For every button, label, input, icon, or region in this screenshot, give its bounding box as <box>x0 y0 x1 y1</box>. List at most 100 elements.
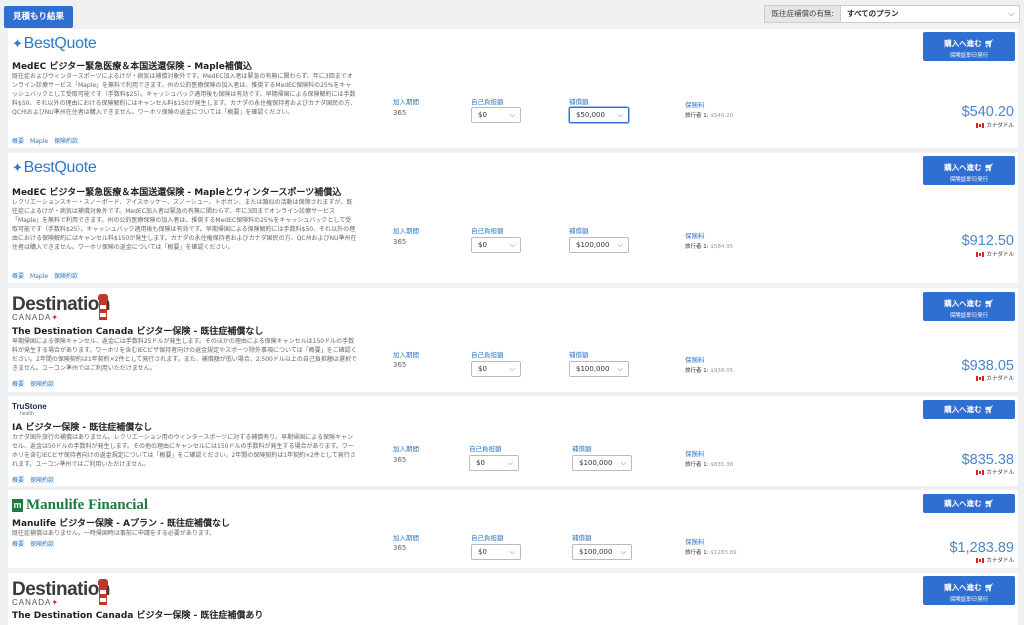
coverage-select[interactable]: $100,000 ⌵ <box>569 361 629 377</box>
trustone-logo: TruStone health <box>12 402 47 418</box>
plan-title: Manulife ビジター保険 - Aプラン - 既往症補償なし <box>12 519 230 529</box>
traveler-amount: $584.95 <box>710 244 734 250</box>
coverage-select[interactable]: $100,000 ⌵ <box>569 237 629 253</box>
deductible-select[interactable]: $0 ⌵ <box>471 107 521 123</box>
buy-button[interactable]: 購入へ進む 🛒︎ 保険証即日発行 <box>923 32 1015 61</box>
premium-label: 保険料 <box>685 450 705 458</box>
traveler-premium: 旅行者 1: $938.05 <box>685 366 733 374</box>
traveler-label: 旅行者 1: <box>685 244 709 250</box>
buy-sublabel: 保険証即日発行 <box>949 177 989 183</box>
link-overview[interactable]: 概要 <box>12 138 24 145</box>
link-overview[interactable]: 概要 <box>12 381 24 388</box>
currency-label: カナダドル <box>986 470 1014 476</box>
coverage-select[interactable]: $50,000 ⌵ <box>569 107 629 123</box>
coverage-label: 補償額 <box>569 227 589 235</box>
buy-label: 購入へ進む <box>944 499 982 508</box>
logo-subtext: CANADA <box>12 598 52 607</box>
price-total: $1,283.89 <box>949 540 1014 556</box>
link-maple[interactable]: Maple <box>30 273 48 280</box>
buy-button[interactable]: 購入へ進む 🛒︎ 保険証即日発行 <box>923 292 1015 321</box>
chevron-down-icon: ⌵ <box>1008 9 1014 18</box>
deductible-select[interactable]: $0 ⌵ <box>469 455 519 471</box>
deductible-select[interactable]: $0 ⌵ <box>471 237 521 253</box>
manulife-logo: m Manulife Financial <box>12 497 148 514</box>
chevron-down-icon: ⌵ <box>620 459 626 467</box>
deductible-label: 自己負担額 <box>471 227 504 235</box>
logo-text: TruStone <box>12 402 47 411</box>
traveler-label: 旅行者 1: <box>685 550 709 556</box>
link-policy[interactable]: 保険約款 <box>30 477 54 484</box>
buy-label: 購入へ進む <box>944 405 982 414</box>
premium-label: 保険料 <box>685 101 705 109</box>
link-policy[interactable]: 保険約款 <box>54 273 78 280</box>
cart-icon: 🛒︎ <box>984 499 994 508</box>
top-bar: 見積もり結果 既往症補償の有無: すべてのプラン ⌵ <box>0 0 1024 28</box>
currency: カナダドル <box>976 250 1014 258</box>
price-total: $540.20 <box>961 104 1014 120</box>
quote-results-button[interactable]: 見積もり結果 <box>4 6 74 28</box>
plan-description: カナダ国外旅行の補償はありません。レクリエーション用のウィンタースポーツに対する… <box>12 434 356 468</box>
period-value: 365 <box>393 361 407 369</box>
period-label: 加入期間 <box>393 351 419 359</box>
plan-filter-select[interactable]: すべてのプラン ⌵ <box>841 6 1019 22</box>
traveler-premium: 旅行者 1: $584.95 <box>685 242 733 250</box>
quote-card: Destination CANADA✦ The Destination Cana… <box>8 288 1018 392</box>
chevron-down-icon: ⌵ <box>617 365 623 373</box>
bestquote-logo: ✦ BestQuote <box>12 159 97 177</box>
coverage-value: $50,000 <box>576 111 605 119</box>
coverage-value: $100,000 <box>579 548 613 556</box>
coverage-select[interactable]: $100,000 ⌵ <box>572 455 632 471</box>
buy-label: 購入へ進む <box>944 39 982 48</box>
deductible-value: $0 <box>478 548 487 556</box>
canada-flag-icon <box>976 557 985 563</box>
coverage-value: $100,000 <box>579 459 613 467</box>
traveler-label: 旅行者 1: <box>685 462 709 468</box>
maple-leaf-icon: ✦ <box>51 313 60 322</box>
traveler-amount: $835.38 <box>710 462 734 468</box>
link-overview[interactable]: 概要 <box>12 477 24 484</box>
plan-title: MedEC ビジター緊急医療＆本国送還保険 - Maple補償込 <box>12 62 252 72</box>
destination-canada-logo: Destination CANADA✦ <box>12 294 110 322</box>
deductible-select[interactable]: $0 ⌵ <box>471 361 521 377</box>
link-overview[interactable]: 概要 <box>12 541 24 548</box>
currency-label: カナダドル <box>986 252 1014 258</box>
premium-label: 保険料 <box>685 356 705 364</box>
buy-label: 購入へ進む <box>944 163 982 172</box>
period-value: 365 <box>393 456 407 464</box>
chevron-down-icon: ⌵ <box>620 548 626 556</box>
filter-label: 既往症補償の有無: <box>765 6 841 22</box>
coverage-select[interactable]: $100,000 ⌵ <box>572 544 632 560</box>
buy-button[interactable]: 購入へ進む 🛒︎ 保険証即日発行 <box>923 576 1015 605</box>
link-overview[interactable]: 概要 <box>12 273 24 280</box>
coverage-label: 補償額 <box>569 351 589 359</box>
coverage-label: 補償額 <box>572 445 592 453</box>
traveler-amount: $938.05 <box>710 368 734 374</box>
coverage-value: $100,000 <box>576 365 610 373</box>
plan-description: 早期帰国による保険キャンセル、返金には手数料25ドルが発生します。そのほかの理由… <box>12 338 357 372</box>
canada-flag-icon <box>976 469 985 475</box>
buy-button[interactable]: 購入へ進む 🛒︎ <box>923 400 1015 419</box>
deductible-value: $0 <box>478 111 487 119</box>
quote-card: m Manulife Financial Manulife ビジター保険 - Aプ… <box>8 490 1018 568</box>
chevron-down-icon: ⌵ <box>509 241 515 249</box>
currency: カナダドル <box>976 121 1014 129</box>
canada-flag-icon <box>976 122 985 128</box>
buy-button[interactable]: 購入へ進む 🛒︎ <box>923 494 1015 513</box>
deductible-select[interactable]: $0 ⌵ <box>471 544 521 560</box>
period-value: 365 <box>393 238 407 246</box>
link-policy[interactable]: 保険約款 <box>30 541 54 548</box>
buy-button[interactable]: 購入へ進む 🛒︎ 保険証即日発行 <box>923 156 1015 185</box>
currency: カナダドル <box>976 374 1014 382</box>
price-total: $835.38 <box>961 452 1014 468</box>
currency-label: カナダドル <box>986 558 1014 564</box>
cart-icon: 🛒︎ <box>984 583 994 592</box>
link-policy[interactable]: 保険約款 <box>30 381 54 388</box>
deductible-value: $0 <box>476 459 485 467</box>
link-policy[interactable]: 保険約款 <box>54 138 78 145</box>
period-label: 加入期間 <box>393 534 419 542</box>
link-maple[interactable]: Maple <box>30 138 48 145</box>
price-total: $938.05 <box>961 358 1014 374</box>
cart-icon: 🛒︎ <box>984 163 994 172</box>
plan-title: IA ビジター保険 - 既往症補償なし <box>12 423 153 433</box>
buy-sublabel: 保険証即日発行 <box>949 313 989 319</box>
